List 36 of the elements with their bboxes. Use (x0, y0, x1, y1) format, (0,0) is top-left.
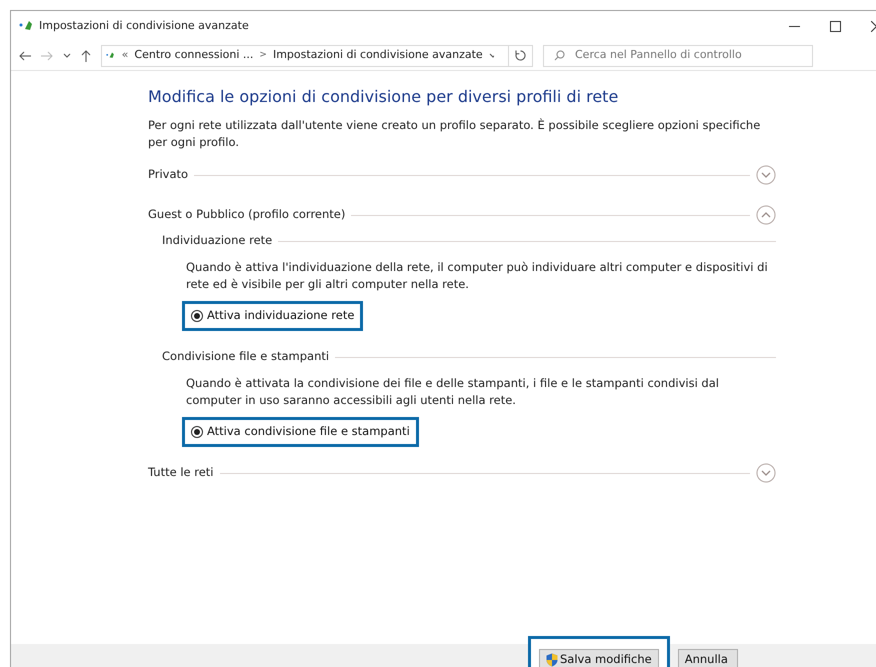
up-arrow-icon[interactable] (81, 50, 91, 62)
section-description: Quando è attiva l'individuazione della rete, il computer può individuare altri computer e dispositivi di rete ed è visibile per gli altri computer nella rete. (185, 259, 769, 293)
network-icon (19, 20, 35, 32)
breadcrumb[interactable]: Centro connessioni ... (134, 47, 254, 64)
search-input: Cerca nel Pannello di controllo (575, 47, 775, 64)
collapse-icon[interactable] (756, 205, 776, 225)
section-description: Quando è attivata la condivisione dei file e delle stampanti, i file e le stampanti condivisi dal computer in uso saranno accessibili agli utenti nella rete. (185, 375, 720, 409)
dialog-button[interactable]: Salva modifiche (539, 649, 659, 667)
expand-icon[interactable] (756, 463, 776, 483)
back-arrow-icon[interactable] (19, 50, 31, 60)
radio-label[interactable]: Attiva condivisione file e stampanti (207, 423, 410, 441)
network-icon (106, 50, 116, 61)
chevron-down-icon[interactable] (63, 52, 71, 58)
intro-text: Per ogni rete utilizzata dall'utente viene creato un profilo separato. È possibile scegliere opzioni specifiche per ogni profilo. (148, 117, 762, 151)
maximize-icon[interactable] (830, 20, 841, 32)
breadcrumb[interactable]: Impostazioni di condivisione avanzate (272, 47, 483, 64)
refresh-icon[interactable] (515, 50, 526, 61)
page-heading: Modifica le opzioni di condivisione per diversi profili di rete (148, 86, 620, 108)
breadcrumb-separator: > (259, 48, 267, 62)
section-heading: Individuazione rete (162, 232, 272, 250)
chevron-down-icon[interactable] (488, 52, 494, 58)
search-icon (554, 50, 565, 61)
search-field[interactable]: Cerca nel Pannello di controllo (543, 44, 813, 66)
profile-heading: Guest o Pubblico (profilo corrente) (148, 206, 346, 224)
profile-heading: Privato (148, 166, 188, 184)
overflow-chevron[interactable]: « (122, 47, 128, 64)
window-title: Impostazioni di condivisione avanzate (39, 18, 249, 34)
dialog-button[interactable]: Annulla (678, 649, 738, 667)
shield-icon (546, 653, 558, 667)
section-heading: Condivisione file e stampanti (162, 348, 330, 366)
radio-button[interactable] (191, 426, 203, 438)
expand-icon[interactable] (756, 165, 776, 185)
address-bar[interactable]: « Centro connessioni ... > Impostazioni di condivisione avanzate (101, 44, 533, 66)
profile-heading: Tutte le reti (148, 464, 214, 482)
radio-button[interactable] (191, 310, 203, 322)
radio-label[interactable]: Attiva individuazione rete (207, 307, 354, 325)
